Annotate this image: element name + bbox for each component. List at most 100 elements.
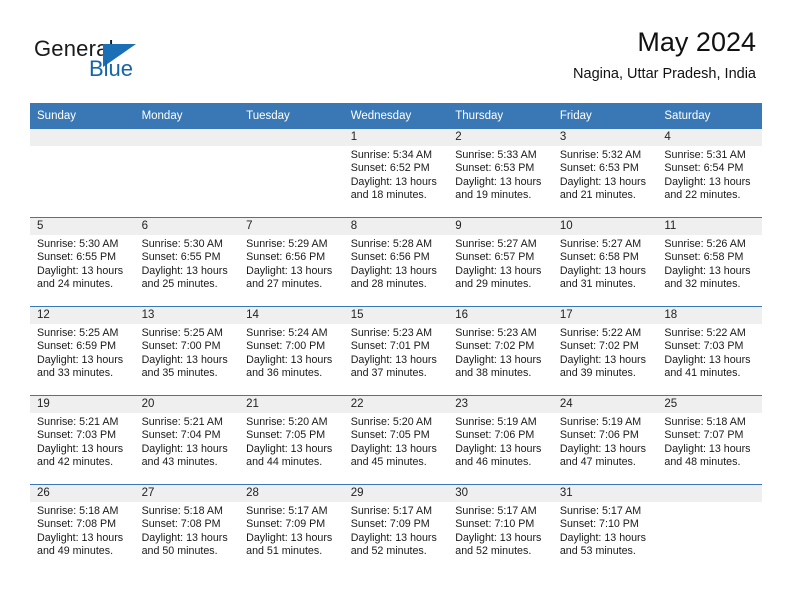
sunset-time: Sunset: 7:05 PM xyxy=(350,429,430,442)
calendar-day-cell[interactable]: 13 Sunrise: 5:25 AM Sunset: 7:00 PM Dayligh… xyxy=(134,306,240,396)
daylight-duration-line2: and 41 minutes. xyxy=(664,367,741,380)
calendar-day-cell[interactable]: 8 Sunrise: 5:28 AM Sunset: 6:56 PM Daylight… xyxy=(343,217,449,307)
daylight-duration-line2: and 36 minutes. xyxy=(246,367,323,380)
calendar-day-cell[interactable]: 26 Sunrise: 5:18 AM Sunset: 7:08 PM Dayligh… xyxy=(30,484,135,573)
daylight-duration-line2: and 52 minutes. xyxy=(350,545,427,558)
day-details: Sunrise: 5:30 AM Sunset: 6:55 PM Daylight:… xyxy=(135,235,240,292)
sunset-time: Sunset: 7:03 PM xyxy=(664,340,744,353)
day-number: 4 xyxy=(657,129,762,146)
day-number xyxy=(657,485,762,502)
calendar-day-cell[interactable]: 7 Sunrise: 5:29 AM Sunset: 6:56 PM Daylight… xyxy=(239,217,344,307)
daylight-duration-line2: and 22 minutes. xyxy=(664,189,741,202)
calendar-day-cell[interactable]: 9 Sunrise: 5:27 AM Sunset: 6:57 PM Daylight… xyxy=(448,217,553,307)
sunrise-time: Sunrise: 5:29 AM xyxy=(246,238,328,250)
sunrise-time: Sunrise: 5:18 AM xyxy=(664,416,746,428)
daylight-duration-line2: and 32 minutes. xyxy=(664,278,741,291)
day-number: 17 xyxy=(552,307,658,324)
day-details: Sunrise: 5:19 AM Sunset: 7:06 PM Daylight:… xyxy=(553,413,658,470)
calendar-day-cell[interactable]: 17 Sunrise: 5:22 AM Sunset: 7:02 PM Dayligh… xyxy=(552,306,658,396)
day-details: Sunrise: 5:33 AM Sunset: 6:53 PM Daylight:… xyxy=(448,146,553,203)
daylight-duration-line2: and 44 minutes. xyxy=(246,456,323,469)
calendar-day-cell[interactable]: 12 Sunrise: 5:25 AM Sunset: 6:59 PM Dayligh… xyxy=(30,306,135,396)
daylight-duration-line2: and 50 minutes. xyxy=(141,545,218,558)
calendar-day-cell[interactable]: 28 Sunrise: 5:17 AM Sunset: 7:09 PM Dayligh… xyxy=(239,484,344,573)
daylight-duration-line2: and 39 minutes. xyxy=(559,367,636,380)
day-details: Sunrise: 5:18 AM Sunset: 7:08 PM Daylight:… xyxy=(30,502,135,559)
calendar-day-cell[interactable]: 16 Sunrise: 5:23 AM Sunset: 7:02 PM Dayligh… xyxy=(448,306,553,396)
daylight-duration-line2: and 25 minutes. xyxy=(141,278,218,291)
daylight-duration-line2: and 21 minutes. xyxy=(559,189,636,202)
sunset-time: Sunset: 7:06 PM xyxy=(559,429,639,442)
daylight-duration-line1: Daylight: 13 hours xyxy=(455,442,542,455)
day-number: 22 xyxy=(343,396,449,413)
calendar-day-cell[interactable]: 1 Sunrise: 5:34 AM Sunset: 6:52 PM Daylight… xyxy=(343,129,449,218)
day-details: Sunrise: 5:21 AM Sunset: 7:04 PM Daylight:… xyxy=(135,413,240,470)
calendar-day-cell[interactable]: 29 Sunrise: 5:17 AM Sunset: 7:09 PM Dayligh… xyxy=(343,484,449,573)
sunrise-time: Sunrise: 5:26 AM xyxy=(664,238,746,250)
sunset-time: Sunset: 7:10 PM xyxy=(559,518,639,531)
sunrise-time: Sunrise: 5:32 AM xyxy=(559,149,642,161)
day-number: 25 xyxy=(657,396,762,413)
daylight-duration-line2: and 51 minutes. xyxy=(246,545,323,558)
calendar-day-cell[interactable]: 20 Sunrise: 5:21 AM Sunset: 7:04 PM Dayligh… xyxy=(134,395,240,485)
calendar-day-cell[interactable]: 23 Sunrise: 5:19 AM Sunset: 7:06 PM Dayligh… xyxy=(448,395,553,485)
day-number: 29 xyxy=(343,485,449,502)
sunset-time: Sunset: 6:52 PM xyxy=(350,162,430,175)
calendar-day-cell[interactable]: 18 Sunrise: 5:22 AM Sunset: 7:03 PM Dayligh… xyxy=(657,306,762,396)
daylight-duration-line1: Daylight: 13 hours xyxy=(455,531,542,544)
calendar-day-cell[interactable]: 6 Sunrise: 5:30 AM Sunset: 6:55 PM Daylight… xyxy=(134,217,240,307)
day-number: 12 xyxy=(30,307,135,324)
daylight-duration-line1: Daylight: 13 hours xyxy=(246,264,333,277)
calendar-day-cell[interactable]: 14 Sunrise: 5:24 AM Sunset: 7:00 PM Dayligh… xyxy=(239,306,344,396)
day-details: Sunrise: 5:17 AM Sunset: 7:10 PM Daylight:… xyxy=(448,502,553,559)
day-details: Sunrise: 5:27 AM Sunset: 6:57 PM Daylight:… xyxy=(448,235,553,292)
daylight-duration-line2: and 31 minutes. xyxy=(559,278,636,291)
calendar-day-cell[interactable]: 4 Sunrise: 5:31 AM Sunset: 6:54 PM Daylight… xyxy=(657,129,762,218)
daylight-duration-line1: Daylight: 13 hours xyxy=(559,175,646,188)
day-number: 14 xyxy=(239,307,344,324)
calendar-day-cell[interactable]: 22 Sunrise: 5:20 AM Sunset: 7:05 PM Dayligh… xyxy=(343,395,449,485)
day-details: Sunrise: 5:17 AM Sunset: 7:09 PM Daylight:… xyxy=(239,502,344,559)
daylight-duration-line1: Daylight: 13 hours xyxy=(559,442,646,455)
weekday-header-saturday: Saturday xyxy=(657,103,762,129)
calendar-day-cell[interactable]: 27 Sunrise: 5:18 AM Sunset: 7:08 PM Dayligh… xyxy=(134,484,240,573)
daylight-duration-line2: and 24 minutes. xyxy=(37,278,114,291)
calendar-day-cell[interactable]: 31 Sunrise: 5:17 AM Sunset: 7:10 PM Dayligh… xyxy=(552,484,658,573)
sunset-time: Sunset: 6:58 PM xyxy=(664,251,744,264)
day-number: 5 xyxy=(30,218,135,235)
sunrise-time: Sunrise: 5:17 AM xyxy=(559,505,642,517)
daylight-duration-line1: Daylight: 13 hours xyxy=(37,531,124,544)
calendar-day-cell[interactable]: 10 Sunrise: 5:27 AM Sunset: 6:58 PM Dayligh… xyxy=(552,217,658,307)
brand-logo[interactable]: General Blue xyxy=(34,36,214,84)
sunrise-time: Sunrise: 5:19 AM xyxy=(559,416,642,428)
calendar-week-row: 1 Sunrise: 5:34 AM Sunset: 6:52 PM Daylight… xyxy=(30,129,762,218)
daylight-duration-line1: Daylight: 13 hours xyxy=(455,353,542,366)
calendar-day-cell[interactable]: 11 Sunrise: 5:26 AM Sunset: 6:58 PM Dayligh… xyxy=(657,217,762,307)
daylight-duration-line1: Daylight: 13 hours xyxy=(664,175,751,188)
weekday-header-monday: Monday xyxy=(134,103,240,129)
day-details: Sunrise: 5:21 AM Sunset: 7:03 PM Daylight:… xyxy=(30,413,135,470)
calendar-day-cell[interactable]: 21 Sunrise: 5:20 AM Sunset: 7:05 PM Dayligh… xyxy=(239,395,344,485)
calendar-day-cell[interactable]: 30 Sunrise: 5:17 AM Sunset: 7:10 PM Dayligh… xyxy=(448,484,553,573)
brand-name-blue: Blue xyxy=(89,56,134,81)
day-details: Sunrise: 5:25 AM Sunset: 7:00 PM Daylight:… xyxy=(135,324,240,381)
sunrise-time: Sunrise: 5:18 AM xyxy=(141,505,223,517)
sunset-time: Sunset: 7:08 PM xyxy=(141,518,221,531)
daylight-duration-line2: and 37 minutes. xyxy=(350,367,427,380)
calendar-day-cell[interactable]: 2 Sunrise: 5:33 AM Sunset: 6:53 PM Daylight… xyxy=(448,129,553,218)
daylight-duration-line2: and 52 minutes. xyxy=(455,545,532,558)
daylight-duration-line2: and 45 minutes. xyxy=(350,456,427,469)
sunset-time: Sunset: 7:00 PM xyxy=(141,340,221,353)
sunrise-time: Sunrise: 5:17 AM xyxy=(455,505,537,517)
calendar-day-cell[interactable]: 25 Sunrise: 5:18 AM Sunset: 7:07 PM Dayligh… xyxy=(657,395,762,485)
day-number xyxy=(239,129,344,146)
sunrise-time: Sunrise: 5:22 AM xyxy=(664,327,746,339)
daylight-duration-line1: Daylight: 13 hours xyxy=(37,353,124,366)
calendar-day-cell[interactable]: 19 Sunrise: 5:21 AM Sunset: 7:03 PM Dayligh… xyxy=(30,395,135,485)
daylight-duration-line2: and 42 minutes. xyxy=(37,456,114,469)
calendar-day-cell[interactable]: 3 Sunrise: 5:32 AM Sunset: 6:53 PM Daylight… xyxy=(552,129,658,218)
calendar-day-cell[interactable]: 5 Sunrise: 5:30 AM Sunset: 6:55 PM Daylight… xyxy=(30,217,135,307)
daylight-duration-line1: Daylight: 13 hours xyxy=(664,264,751,277)
calendar-day-cell[interactable]: 24 Sunrise: 5:19 AM Sunset: 7:06 PM Dayligh… xyxy=(552,395,658,485)
calendar-day-cell[interactable]: 15 Sunrise: 5:23 AM Sunset: 7:01 PM Dayligh… xyxy=(343,306,449,396)
